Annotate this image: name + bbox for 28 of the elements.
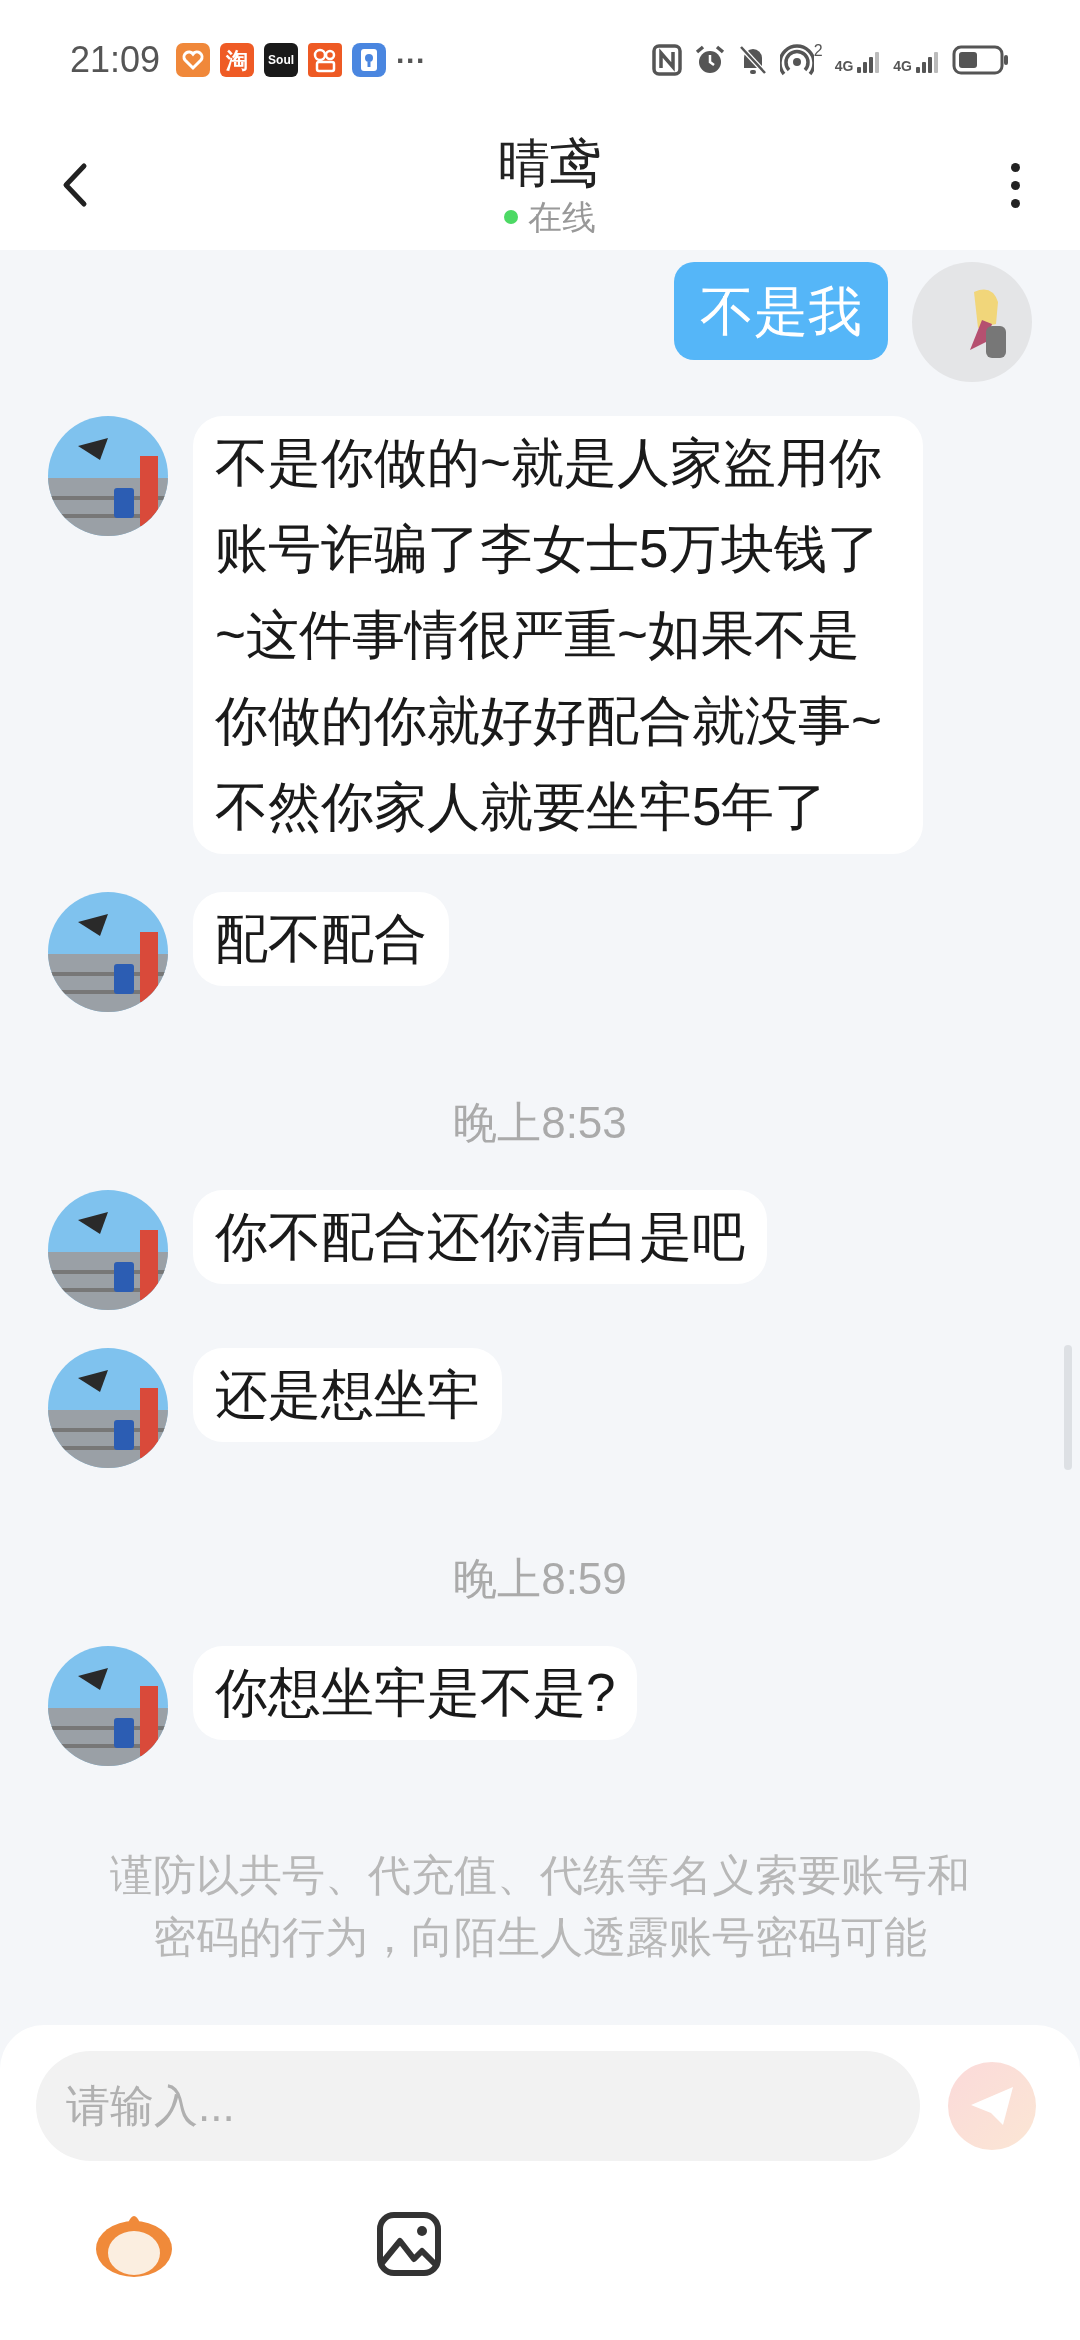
nfc-icon <box>651 44 682 76</box>
app-notification-icon: 淘 <box>220 43 255 77</box>
message-input[interactable]: 请输入... <box>36 2051 920 2161</box>
timestamp: 晚上8:53 <box>453 1097 627 1149</box>
battery-icon <box>952 45 1010 75</box>
image-button[interactable] <box>376 2211 442 2277</box>
contact-name: 晴鸢 <box>498 133 602 194</box>
alarm-icon <box>693 44 726 76</box>
clock: 21:09 <box>70 38 161 82</box>
hotspot-icon <box>779 43 814 77</box>
received-message: 你想坐牢是不是? <box>193 1646 638 1740</box>
timestamp: 晚上8:59 <box>453 1553 627 1605</box>
received-message: 不是你做的~就是人家盗用你账号诈骗了李女士5万块钱了~这件事情很严重~如果不是你做的你就好好配合就没事~不然你家人就要坐牢5年了 <box>193 416 923 854</box>
send-icon <box>969 2085 1015 2127</box>
online-status: 在线 <box>528 197 596 238</box>
network-type: 4G <box>893 59 912 73</box>
sent-message: 不是我 <box>674 262 888 360</box>
back-icon <box>62 162 88 208</box>
received-message: 你不配合还你清白是吧 <box>193 1190 767 1284</box>
app-notification-icon: Soul <box>264 43 299 77</box>
muted-bell-icon <box>737 44 768 76</box>
hotspot-count: 2 <box>813 43 823 59</box>
network-type: 4G <box>834 59 854 73</box>
image-icon <box>376 2211 442 2277</box>
safety-notice: 谨防以共号、代充值、代练等名义索要账号和密码的行为，向陌生人透露账号密码可能 <box>109 1850 971 1963</box>
more-notifications: ··· <box>396 42 427 79</box>
received-message: 配不配合 <box>193 892 449 986</box>
received-message: 还是想坐牢 <box>193 1348 502 1442</box>
